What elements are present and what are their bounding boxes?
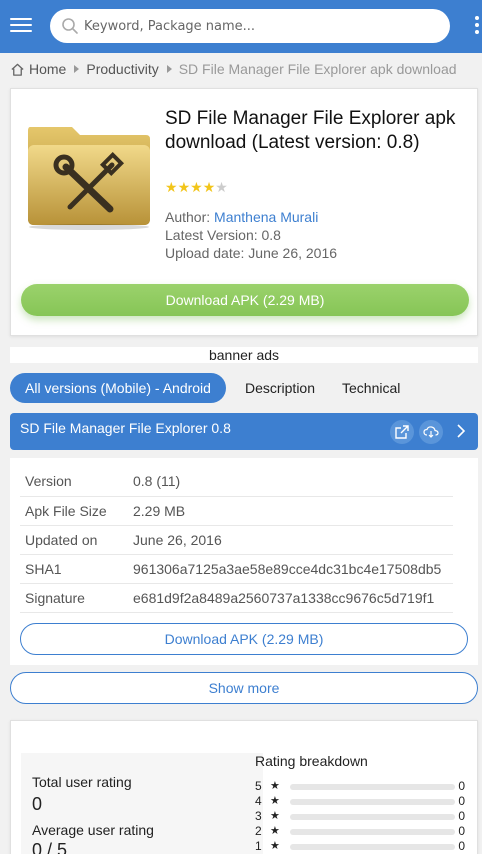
breadcrumb-current: SD File Manager File Explorer apk downlo…: [178, 61, 457, 77]
average-rating-label: Average user rating: [32, 822, 154, 838]
breakdown-count: 0: [458, 824, 465, 838]
show-more-button[interactable]: Show more: [10, 672, 478, 704]
tab-bar: All versions (Mobile) - Android Descript…: [10, 373, 416, 403]
breadcrumb-separator-icon: [74, 65, 80, 73]
breakdown-count: 0: [458, 794, 465, 808]
home-icon: [11, 63, 24, 76]
version-details-card: Version 0.8 (11) Apk File Size 2.29 MB U…: [10, 458, 478, 665]
author-link[interactable]: Manthena Murali: [214, 209, 318, 225]
detail-key: Signature: [20, 583, 128, 613]
detail-value: 2.29 MB: [128, 496, 453, 526]
breakdown-bar: [290, 784, 455, 790]
breakdown-bar: [290, 799, 455, 805]
detail-value: June 26, 2016: [128, 525, 453, 555]
banner-ads: banner ads: [10, 347, 478, 363]
total-rating-label: Total user rating: [32, 774, 132, 790]
star-icon: ★: [270, 825, 280, 837]
breakdown-bar: [290, 829, 455, 835]
search-icon: [62, 18, 78, 34]
detail-value: 961306a7125a3ae58e89cce4dc31bc4e17508db5: [128, 554, 453, 584]
download-apk-button[interactable]: Download APK (2.29 MB): [21, 284, 469, 316]
rating-breakdown-row: 3 ★ 0: [255, 809, 469, 824]
breakdown-stars: 2: [255, 824, 262, 838]
star-filled-icon: ★: [190, 179, 203, 195]
star-icon: ★: [270, 810, 280, 822]
app-latest-version: Latest Version: 0.8: [165, 227, 281, 243]
rating-breakdown-row: 2 ★ 0: [255, 824, 469, 839]
star-filled-icon: ★: [202, 179, 216, 195]
search-box[interactable]: [50, 9, 450, 43]
breakdown-stars: 3: [255, 809, 262, 823]
tab-technical[interactable]: Technical: [331, 373, 411, 403]
open-external-icon[interactable]: [390, 420, 414, 444]
rating-breakdown-row: 5 ★ 0: [255, 779, 469, 794]
search-input[interactable]: [84, 15, 434, 37]
author-label: Author:: [165, 209, 211, 225]
more-options-icon[interactable]: [475, 16, 482, 38]
breakdown-stars: 1: [255, 839, 262, 853]
download-version-button[interactable]: Download APK (2.29 MB): [20, 623, 468, 655]
total-rating-value: 0: [32, 794, 43, 814]
app-author: Author: Manthena Murali: [165, 209, 318, 225]
star-icon: ★: [270, 840, 280, 852]
breadcrumb-category[interactable]: Productivity: [86, 61, 158, 77]
breakdown-stars: 4: [255, 794, 262, 808]
table-row: SHA1 961306a7125a3ae58e89cce4dc31bc4e175…: [20, 554, 453, 584]
breadcrumb-separator-icon: [166, 65, 172, 73]
table-row: Signature e681d9f2a8489a2560737a1338cc96…: [20, 583, 453, 613]
app-info-card: SD File Manager File Explorer apk downlo…: [10, 88, 478, 336]
average-rating-value: 0 / 5: [32, 840, 68, 854]
breakdown-bar: [290, 844, 455, 850]
breakdown-count: 0: [458, 809, 465, 823]
detail-key: Version: [20, 467, 128, 497]
table-row: Version 0.8 (11): [20, 467, 453, 497]
chevron-right-icon[interactable]: [456, 424, 466, 438]
tab-all-versions[interactable]: All versions (Mobile) - Android: [10, 373, 226, 403]
app-title: SD File Manager File Explorer apk downlo…: [165, 108, 456, 153]
star-icon: ★: [270, 795, 280, 807]
detail-key: Updated on: [20, 525, 128, 555]
version-header[interactable]: SD File Manager File Explorer 0.8: [10, 413, 478, 450]
detail-value: 0.8 (11): [128, 467, 453, 497]
breakdown-stars: 5: [255, 779, 262, 793]
star-icon: ★: [270, 780, 280, 792]
table-row: Updated on June 26, 2016: [20, 525, 453, 555]
detail-key: SHA1: [20, 554, 128, 584]
rating-card: Total user rating 0 Average user rating …: [10, 720, 478, 854]
table-row: Apk File Size 2.29 MB: [20, 496, 453, 526]
star-filled-icon: ★: [177, 179, 191, 195]
app-rating-stars: ★★★★★: [165, 179, 228, 196]
detail-key: Apk File Size: [20, 496, 128, 526]
top-bar: [0, 0, 482, 53]
version-title: SD File Manager File Explorer 0.8: [20, 420, 231, 436]
menu-icon[interactable]: [8, 14, 34, 38]
cloud-download-icon[interactable]: [419, 420, 443, 444]
app-upload-date: Upload date: June 26, 2016: [165, 245, 338, 261]
breakdown-count: 0: [458, 779, 465, 793]
star-filled-icon: ★: [165, 179, 178, 195]
app-folder-tools-icon: [28, 127, 150, 230]
rating-breakdown-row: 4 ★ 0: [255, 794, 469, 809]
version-details-table: Version 0.8 (11) Apk File Size 2.29 MB U…: [20, 467, 453, 613]
breakdown-count: 0: [458, 839, 465, 853]
rating-breakdown-title: Rating breakdown: [255, 753, 368, 769]
detail-value: e681d9f2a8489a2560737a1338cc9676c5d719f1: [128, 583, 453, 613]
rating-summary: Total user rating 0 Average user rating …: [21, 753, 263, 854]
breadcrumb-home[interactable]: Home: [29, 61, 66, 77]
tab-description[interactable]: Description: [234, 373, 326, 403]
star-empty-icon: ★: [215, 179, 228, 195]
breadcrumb: Home Productivity SD File Manager File E…: [10, 60, 457, 78]
breakdown-bar: [290, 814, 455, 820]
rating-breakdown-row: 1 ★ 0: [255, 839, 469, 854]
